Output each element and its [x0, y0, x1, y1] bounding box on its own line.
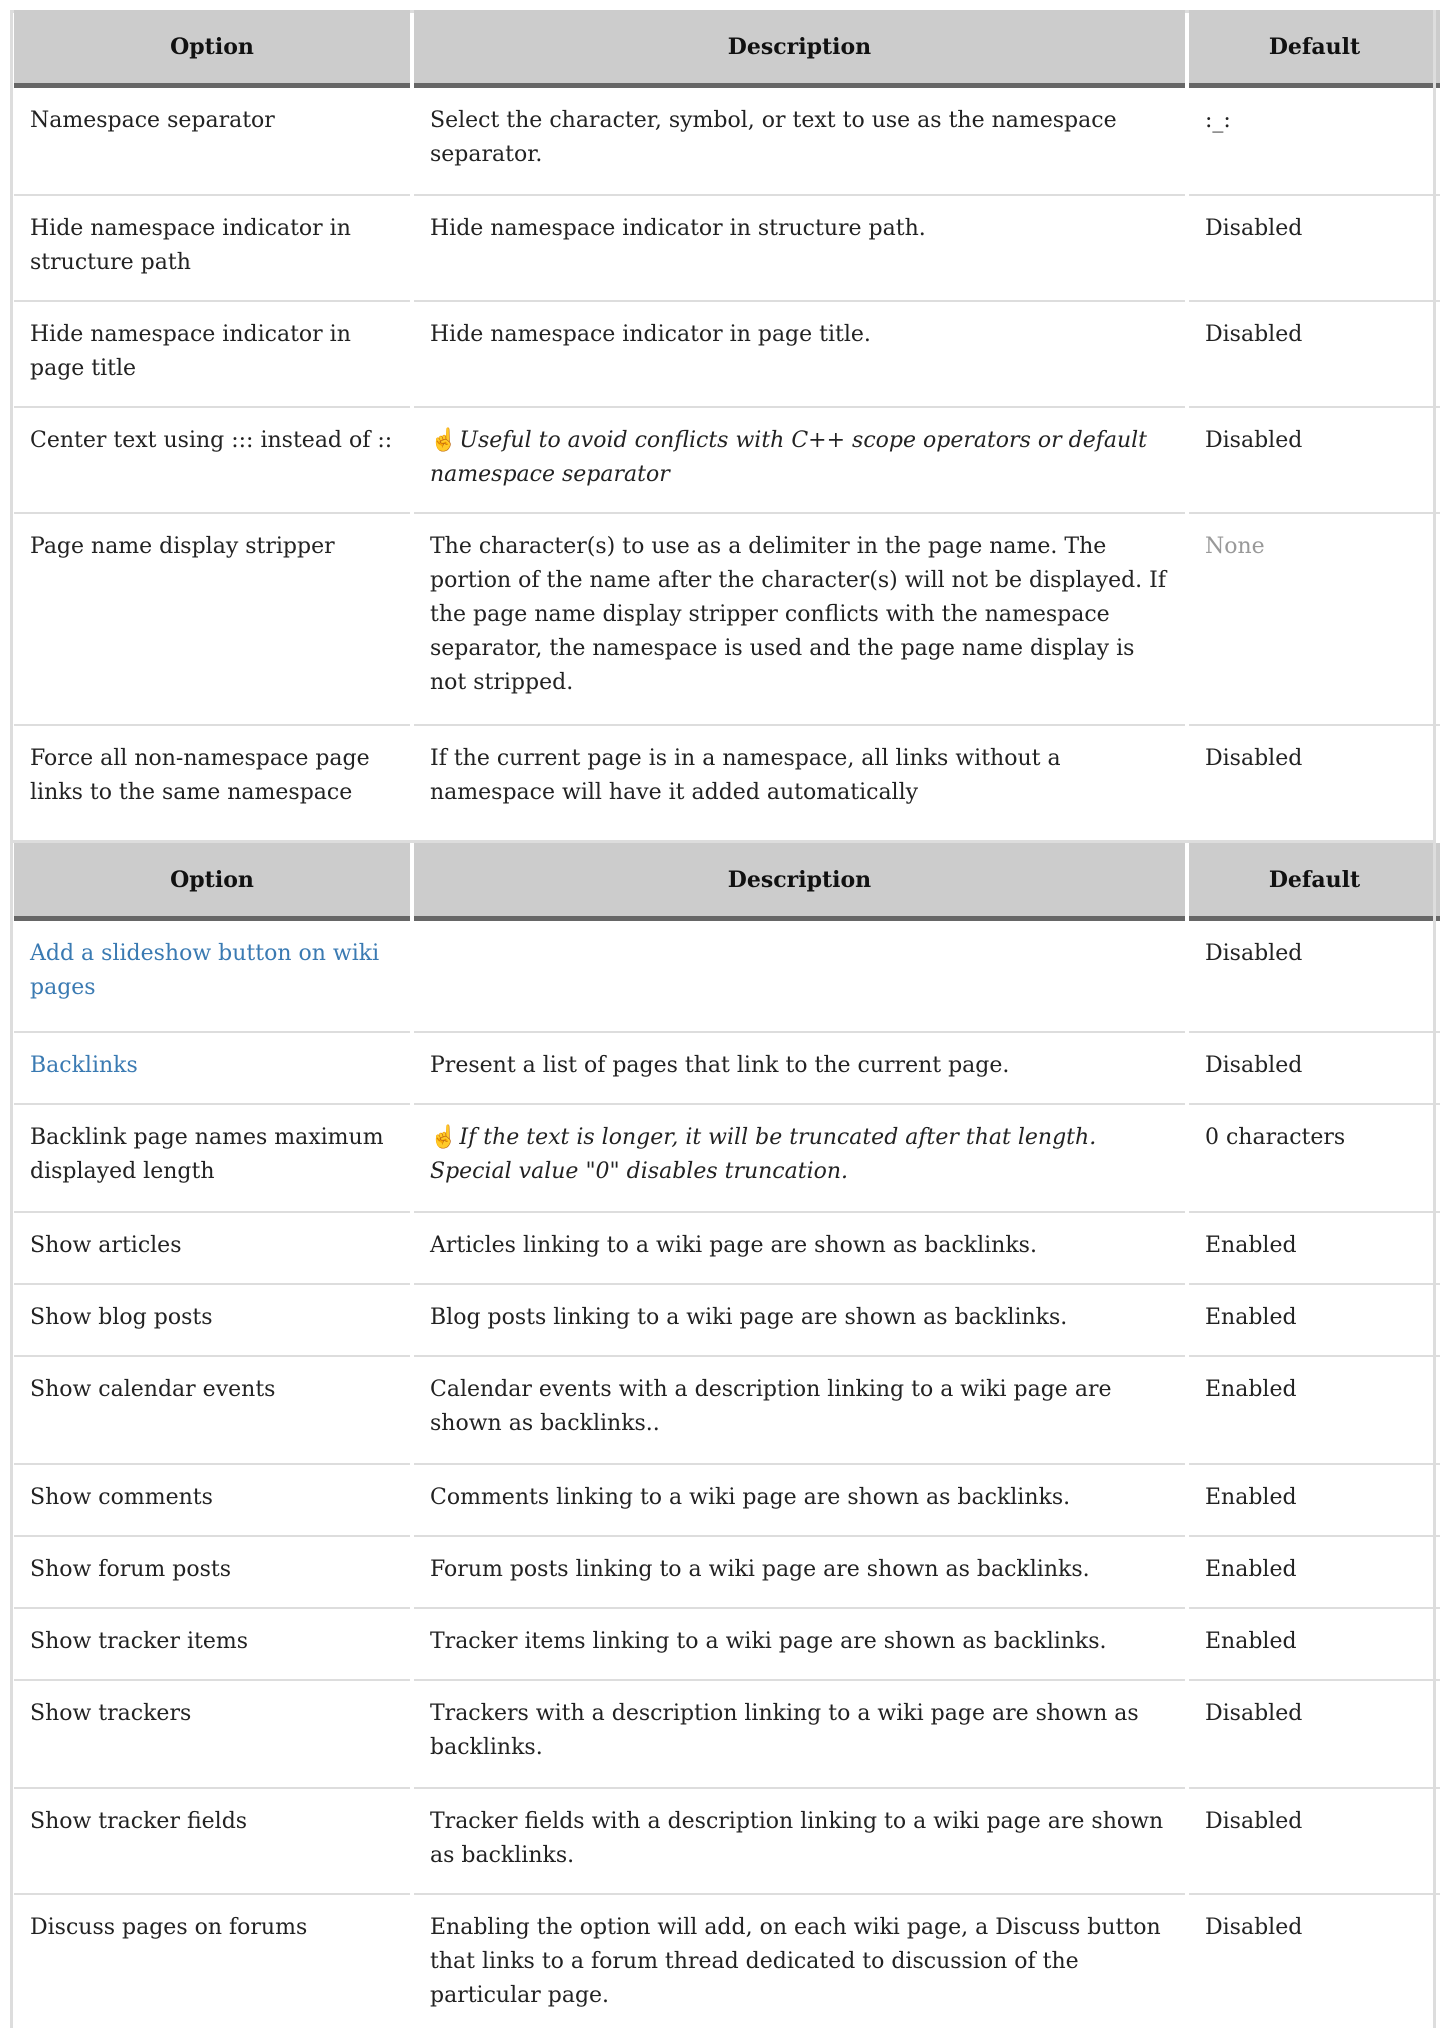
pointing-hand-icon: ☝ — [430, 428, 458, 453]
description-cell: Blog posts linking to a wiki page are sh… — [414, 1285, 1185, 1357]
description-cell: ☝If the text is longer, it will be trunc… — [414, 1105, 1185, 1213]
table-row: Show forum posts Forum posts linking to … — [14, 1537, 1440, 1609]
option-cell: Show tracker items — [14, 1609, 410, 1681]
description-cell — [414, 921, 1185, 1033]
option-cell: Center text using ::: instead of :: — [14, 408, 410, 514]
description-hint-text: Useful to avoid conflicts with C++ scope… — [430, 428, 1148, 487]
default-cell: :_: — [1189, 88, 1440, 196]
wiki-backlink-options-table: Option Description Default Add a slidesh… — [10, 843, 1444, 2028]
options-page: Option Description Default Namespace sep… — [0, 0, 1445, 2028]
default-cell: Disabled — [1189, 196, 1440, 302]
description-cell: Calendar events with a description linki… — [414, 1357, 1185, 1465]
option-cell: Backlink page names maximum displayed le… — [14, 1105, 410, 1213]
description-cell: Present a list of pages that link to the… — [414, 1033, 1185, 1105]
table-row: Hide namespace indicator in page title H… — [14, 302, 1440, 408]
table-row: Show tracker fields Tracker fields with … — [14, 1789, 1440, 1895]
default-cell: None — [1189, 514, 1440, 726]
option-cell: Page name display stripper — [14, 514, 410, 726]
table-row: Namespace separator Select the character… — [14, 88, 1440, 196]
default-cell: Disabled — [1189, 302, 1440, 408]
description-cell: Articles linking to a wiki page are show… — [414, 1213, 1185, 1285]
table-row: Show tracker items Tracker items linking… — [14, 1609, 1440, 1681]
default-cell: Disabled — [1189, 1033, 1440, 1105]
default-column-header: Default — [1189, 10, 1440, 88]
description-cell: Hide namespace indicator in structure pa… — [414, 196, 1185, 302]
option-cell: Show trackers — [14, 1681, 410, 1789]
description-cell: The character(s) to use as a delimiter i… — [414, 514, 1185, 726]
option-column-header: Option — [14, 843, 410, 921]
default-cell: Disabled — [1189, 1789, 1440, 1895]
table-row: Center text using ::: instead of :: ☝Use… — [14, 408, 1440, 514]
option-column-header: Option — [14, 10, 410, 88]
table-row: Backlinks Present a list of pages that l… — [14, 1033, 1440, 1105]
default-cell: Disabled — [1189, 921, 1440, 1033]
table-frame-left — [10, 10, 13, 2028]
default-cell: 0 characters — [1189, 1105, 1440, 1213]
table-row: Hide namespace indicator in structure pa… — [14, 196, 1440, 302]
namespace-options-table: Option Description Default Namespace sep… — [10, 10, 1444, 832]
description-cell: Tracker fields with a description linkin… — [414, 1789, 1185, 1895]
table-row: Add a slideshow button on wiki pages Dis… — [14, 921, 1440, 1033]
default-cell: Enabled — [1189, 1285, 1440, 1357]
table-row: Show trackers Trackers with a descriptio… — [14, 1681, 1440, 1789]
description-cell: If the current page is in a namespace, a… — [430, 746, 1061, 805]
table-frame-right — [1433, 10, 1436, 2028]
description-cell: Tracker items linking to a wiki page are… — [414, 1609, 1185, 1681]
option-cell: Force all non-namespace page links to th… — [30, 746, 370, 805]
option-cell: Show blog posts — [14, 1285, 410, 1357]
table-row: Discuss pages on forums Enabling the opt… — [14, 1895, 1440, 2028]
default-cell: Disabled — [1205, 1915, 1303, 1940]
default-cell: Enabled — [1189, 1213, 1440, 1285]
table-row: Page name display stripper The character… — [14, 514, 1440, 726]
slideshow-option-link[interactable]: Add a slideshow button on wiki pages — [30, 941, 379, 1000]
option-cell: Show calendar events — [14, 1357, 410, 1465]
default-cell: Disabled — [1205, 746, 1303, 771]
description-cell: Forum posts linking to a wiki page are s… — [414, 1537, 1185, 1609]
option-cell: Show comments — [14, 1465, 410, 1537]
pointing-hand-icon: ☝ — [430, 1125, 458, 1150]
table-row: Show calendar events Calendar events wit… — [14, 1357, 1440, 1465]
table-row: Show comments Comments linking to a wiki… — [14, 1465, 1440, 1537]
description-column-header: Description — [414, 10, 1185, 88]
table-header-row: Option Description Default — [14, 10, 1440, 88]
description-cell: Enabling the option will add, on each wi… — [430, 1915, 1161, 2008]
backlinks-option-link[interactable]: Backlinks — [30, 1053, 138, 1078]
option-cell: Hide namespace indicator in page title — [14, 302, 410, 408]
default-column-header: Default — [1189, 843, 1440, 921]
option-cell: Hide namespace indicator in structure pa… — [14, 196, 410, 302]
option-cell: Backlinks — [14, 1033, 410, 1105]
option-cell: Show articles — [14, 1213, 410, 1285]
description-hint-text: If the text is longer, it will be trunca… — [430, 1125, 1097, 1184]
default-cell: Disabled — [1189, 1681, 1440, 1789]
option-cell: Add a slideshow button on wiki pages — [14, 921, 410, 1033]
default-cell: Enabled — [1189, 1537, 1440, 1609]
table-row: Force all non-namespace page links to th… — [14, 726, 1440, 832]
description-cell: Select the character, symbol, or text to… — [414, 88, 1185, 196]
default-cell: Enabled — [1189, 1465, 1440, 1537]
table-row: Backlink page names maximum displayed le… — [14, 1105, 1440, 1213]
default-cell: Enabled — [1189, 1357, 1440, 1465]
table-row: Show articles Articles linking to a wiki… — [14, 1213, 1440, 1285]
default-cell: Disabled — [1189, 408, 1440, 514]
option-cell: Show tracker fields — [14, 1789, 410, 1895]
option-cell: Show forum posts — [14, 1537, 410, 1609]
description-cell: Trackers with a description linking to a… — [414, 1681, 1185, 1789]
default-cell: Enabled — [1189, 1609, 1440, 1681]
description-cell: Comments linking to a wiki page are show… — [414, 1465, 1185, 1537]
option-cell: Discuss pages on forums — [30, 1915, 308, 1940]
description-cell: Hide namespace indicator in page title. — [414, 302, 1185, 408]
option-cell: Namespace separator — [14, 88, 410, 196]
description-column-header: Description — [414, 843, 1185, 921]
table-header-row: Option Description Default — [14, 843, 1440, 921]
description-cell: ☝Useful to avoid conflicts with C++ scop… — [414, 408, 1185, 514]
table-row: Show blog posts Blog posts linking to a … — [14, 1285, 1440, 1357]
